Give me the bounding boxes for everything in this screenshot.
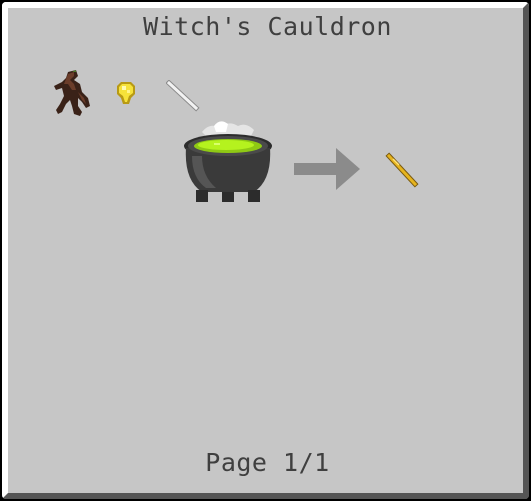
- gui-title: Witch's Cauldron: [143, 12, 392, 41]
- mandrake-root-icon[interactable]: [52, 68, 94, 118]
- white-stick-icon[interactable]: [166, 80, 200, 112]
- recipe-panel: Witch's Cauldron Page 1/1: [0, 0, 531, 501]
- arrow-right-icon: [292, 146, 362, 192]
- cauldron-icon: [180, 116, 276, 212]
- page-indicator: Page 1/1: [205, 448, 330, 477]
- glowstone-dust-icon[interactable]: [115, 80, 137, 106]
- golden-stick-icon[interactable]: [385, 152, 419, 188]
